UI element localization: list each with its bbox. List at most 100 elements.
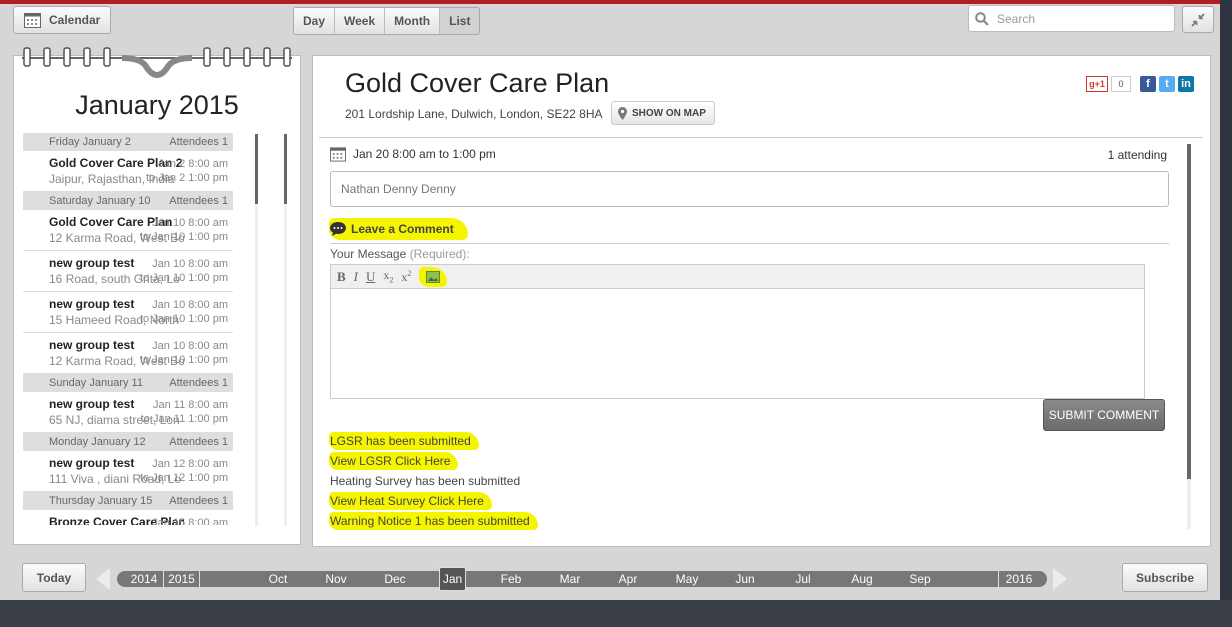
- event-end: to Jan 10 1:00 pm: [139, 231, 228, 243]
- view-heat-survey-link[interactable]: View Heat Survey Click Here: [329, 492, 492, 510]
- view-lgsr-link[interactable]: View LGSR Click Here: [329, 452, 459, 470]
- agenda-event-item[interactable]: new group test 12 Karma Road, West Bo Jan …: [23, 333, 233, 374]
- calendar-icon: [330, 147, 346, 162]
- subscript-icon[interactable]: x2: [383, 268, 393, 284]
- timeline-current-year[interactable]: 2015: [164, 571, 199, 587]
- agenda-event-item[interactable]: Gold Cover Care Plan 12 Karma Road, West …: [23, 210, 233, 251]
- status-lgsr-submitted: LGSR has been submitted: [329, 432, 479, 450]
- event-end: to Jan 10 1:00 pm: [139, 272, 228, 284]
- google-plus-button[interactable]: g+1: [1086, 76, 1108, 92]
- timeline-prev-year[interactable]: 2014: [125, 571, 163, 587]
- timeline-month-sep[interactable]: Sep: [900, 571, 940, 587]
- superscript-icon[interactable]: x2: [401, 269, 411, 285]
- agenda-scrollbar[interactable]: [255, 134, 258, 204]
- panel-scrollbar[interactable]: [284, 134, 287, 204]
- collapse-icon: [1191, 12, 1205, 27]
- agenda-list: Friday January 2 Attendees 1 Gold Cover Ca…: [23, 133, 233, 525]
- timeline-month-jul[interactable]: Jul: [783, 571, 823, 587]
- event-title: Gold Cover Care Plan: [345, 68, 610, 98]
- agenda-event-item[interactable]: new group test 16 Road, south Grita, Lo Ja…: [23, 251, 233, 292]
- day-header: Saturday January 10 Attendees 1: [23, 192, 233, 210]
- calendar-button-label: Calendar: [49, 13, 101, 27]
- event-times: Jan 12 8:00 am to Jan 12 1:00 pm: [140, 457, 228, 485]
- twitter-icon[interactable]: t: [1159, 76, 1175, 92]
- timeline-month-aug[interactable]: Aug: [842, 571, 882, 587]
- event-date-range: Jan 20 8:00 am to 1:00 pm: [353, 147, 496, 161]
- show-on-map-label: SHOW ON MAP: [632, 107, 706, 119]
- attendee-name: Nathan Denny Denny: [341, 182, 456, 196]
- timeline-month-may[interactable]: May: [667, 571, 707, 587]
- google-plus-count: 0: [1111, 76, 1131, 92]
- social-share: g+1 0 f t in: [1086, 76, 1194, 92]
- view-week-button[interactable]: Week: [335, 8, 386, 34]
- event-detail-panel: Gold Cover Care Plan 201 Lordship Lane, …: [312, 55, 1211, 547]
- day-header-attendees: Attendees 1: [169, 195, 228, 207]
- timeline-month-dec[interactable]: Dec: [375, 571, 415, 587]
- view-day-button[interactable]: Day: [294, 8, 336, 34]
- event-end: to Jan 10 1:00 pm: [139, 354, 228, 366]
- day-header: Friday January 2 Attendees 1: [23, 133, 233, 151]
- day-header-date: Friday January 2: [49, 136, 131, 148]
- agenda-event-item[interactable]: Gold Cover Care Plan 2 Jaipur, Rajasthan,…: [23, 151, 233, 192]
- timeline-month-feb[interactable]: Feb: [491, 571, 531, 587]
- event-start: Jan 12 8:00 am: [152, 458, 228, 470]
- timeline-month-jun[interactable]: Jun: [725, 571, 765, 587]
- leave-comment-heading[interactable]: Leave a Comment: [329, 218, 468, 240]
- subscribe-button[interactable]: Subscribe: [1122, 563, 1208, 592]
- comment-divider: [330, 243, 1169, 244]
- view-month-button[interactable]: Month: [385, 8, 441, 34]
- map-pin-icon: [618, 106, 627, 120]
- timeline-month-mar[interactable]: Mar: [550, 571, 590, 587]
- calendar-button[interactable]: Calendar: [13, 6, 111, 34]
- linkedin-icon[interactable]: in: [1178, 76, 1194, 92]
- agenda-event-item[interactable]: new group test 15 Hameed Road, North Jan 1…: [23, 292, 233, 333]
- search-input[interactable]: Search: [968, 5, 1175, 32]
- day-header-date: Sunday January 11: [49, 377, 143, 389]
- event-start: Jan 10 8:00 am: [152, 258, 228, 270]
- timeline-month-current[interactable]: Jan: [439, 567, 466, 591]
- underline-icon[interactable]: U: [366, 269, 375, 285]
- timeline-month-apr[interactable]: Apr: [608, 571, 648, 587]
- today-button[interactable]: Today: [22, 563, 86, 592]
- month-title: January 2015: [75, 90, 239, 120]
- event-end: to Jan 2 1:00 pm: [146, 172, 228, 184]
- day-header-date: Saturday January 10: [49, 195, 151, 207]
- agenda-event-item[interactable]: Bronze Cover Care Plan Jan 15 8:00 am: [23, 510, 233, 525]
- comment-editor: B I U x2 x2: [330, 264, 1145, 399]
- event-start: Jan 2 8:00 am: [158, 158, 228, 170]
- submit-comment-button[interactable]: SUBMIT COMMENT: [1043, 399, 1165, 431]
- timeline-prev-arrow[interactable]: [96, 568, 110, 590]
- message-label-text: Your Message: [330, 247, 407, 261]
- agenda-event-item[interactable]: new group test 65 NJ, diama street, Lon Ja…: [23, 392, 233, 433]
- day-header-attendees: Attendees 1: [169, 436, 228, 448]
- agenda-event-item[interactable]: new group test 111 Viva , diani Road, Lo J…: [23, 451, 233, 492]
- day-header: Thursday January 15 Attendees 1: [23, 492, 233, 510]
- day-header-attendees: Attendees 1: [169, 377, 228, 389]
- event-times: Jan 2 8:00 am to Jan 2 1:00 pm: [146, 157, 228, 185]
- bold-icon[interactable]: B: [337, 269, 346, 285]
- calendar-icon: [24, 12, 41, 28]
- timeline-month-nov[interactable]: Nov: [316, 571, 356, 587]
- italic-icon[interactable]: I: [354, 269, 358, 285]
- timeline-separator: [199, 571, 200, 587]
- timeline-month-oct[interactable]: Oct: [258, 571, 298, 587]
- event-end: to Jan 10 1:00 pm: [139, 313, 228, 325]
- insert-image-icon[interactable]: [419, 266, 448, 287]
- event-start: Jan 10 8:00 am: [152, 217, 228, 229]
- show-on-map-button[interactable]: SHOW ON MAP: [611, 101, 715, 125]
- event-start: Jan 11 8:00 am: [152, 399, 228, 411]
- collapse-button[interactable]: [1182, 6, 1214, 33]
- detail-scrollbar[interactable]: [1187, 144, 1191, 479]
- event-times: Jan 10 8:00 am to Jan 10 1:00 pm: [140, 298, 228, 326]
- event-times: Jan 10 8:00 am to Jan 10 1:00 pm: [140, 257, 228, 285]
- timeline-next-year[interactable]: 2016: [999, 571, 1039, 587]
- event-date-row: Jan 20 8:00 am to 1:00 pm: [330, 146, 496, 162]
- view-list-button[interactable]: List: [440, 8, 480, 34]
- event-times: Jan 10 8:00 am to Jan 10 1:00 pm: [140, 339, 228, 367]
- facebook-icon[interactable]: f: [1140, 76, 1156, 92]
- view-switcher: Day Week Month List: [293, 7, 481, 35]
- day-header: Monday January 12 Attendees 1: [23, 433, 233, 451]
- message-label: Your Message (Required):: [330, 247, 470, 261]
- timeline-next-arrow[interactable]: [1053, 568, 1067, 590]
- page-background-bottom: [0, 600, 1232, 627]
